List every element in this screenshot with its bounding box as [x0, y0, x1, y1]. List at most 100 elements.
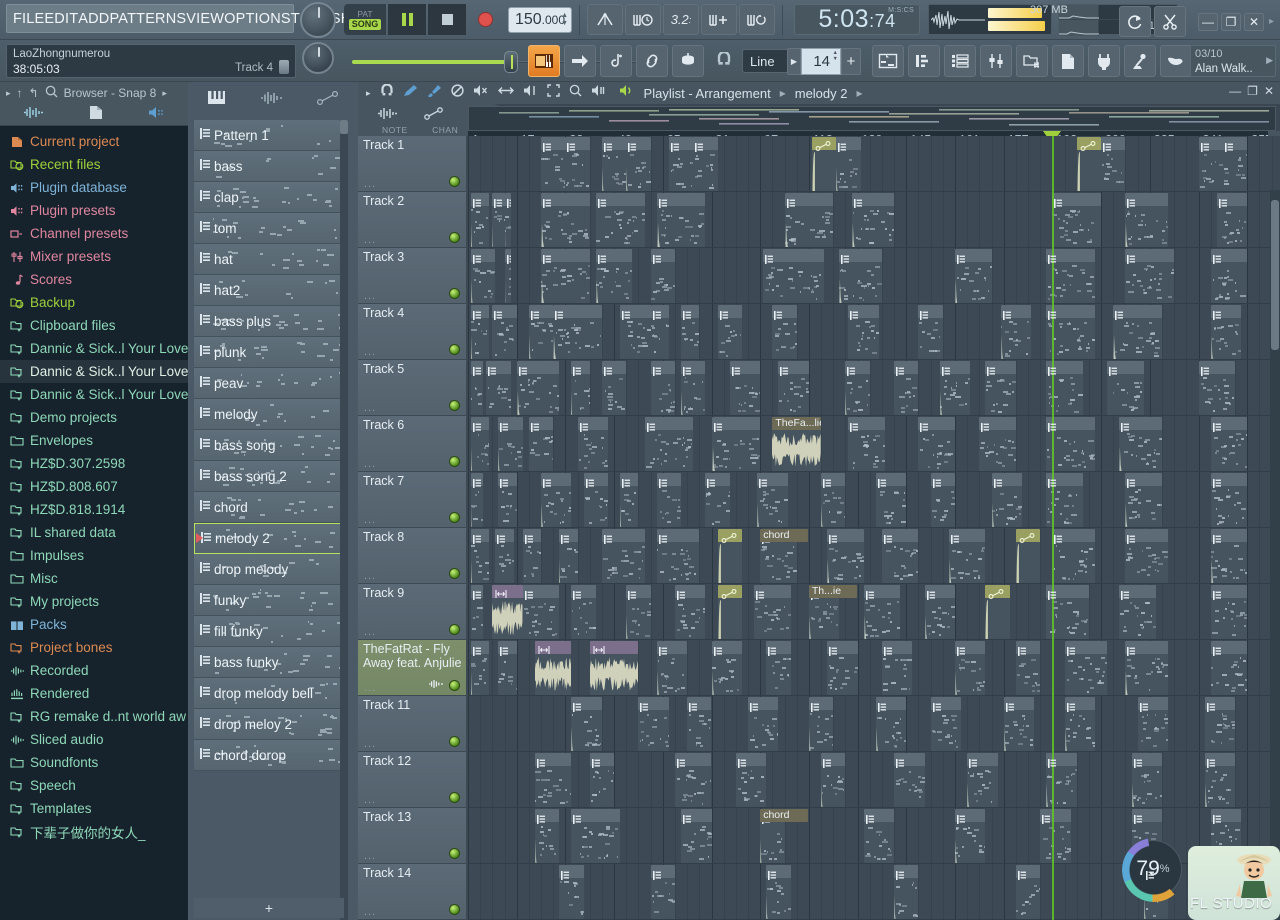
playlist-clip[interactable] [839, 249, 882, 303]
named-clip[interactable]: chord [760, 529, 809, 542]
named-clip[interactable]: TheFa...lie_3 [772, 417, 822, 430]
hand-icon[interactable] [1160, 45, 1192, 77]
slide-icon[interactable] [600, 45, 632, 77]
refresh-icon[interactable] [1118, 6, 1151, 37]
playlist-clip[interactable] [1046, 753, 1077, 807]
browser-item[interactable]: Current project [0, 130, 188, 153]
playlist-clip[interactable] [1015, 529, 1041, 583]
track-header[interactable]: Track 12... [358, 752, 468, 808]
track-options-dots[interactable]: ... [364, 514, 376, 526]
playlist-clip[interactable] [601, 529, 645, 583]
search-icon[interactable] [45, 85, 58, 101]
browser-item[interactable]: Packs [0, 613, 188, 636]
track-lane[interactable] [468, 472, 1280, 528]
main-menu-bar[interactable]: FILE EDIT ADD PATTERNS VIEW OPTIONS TOOL… [6, 4, 379, 33]
playlist-clip[interactable] [1204, 753, 1236, 807]
slider-handle[interactable] [504, 51, 518, 73]
track-header[interactable]: Track 14... [358, 864, 468, 920]
playlist-vertical-scrollbar[interactable] [1270, 190, 1280, 920]
tab-plugin-icon[interactable] [148, 106, 166, 124]
playlist-clip[interactable] [650, 865, 675, 919]
playlist-clip[interactable] [924, 585, 955, 639]
pattern-list-item[interactable]: bass song [194, 430, 344, 461]
track-enable-led[interactable] [449, 400, 460, 411]
close-button[interactable]: ✕ [1243, 12, 1264, 31]
menu-edit[interactable]: EDIT [44, 11, 78, 27]
magnet-icon[interactable] [380, 83, 394, 102]
track-enable-led[interactable] [449, 232, 460, 243]
track-lane[interactable]: Th...ie [468, 584, 1280, 640]
playlist-clip[interactable] [1210, 249, 1248, 303]
link-icon[interactable] [636, 45, 668, 77]
playlist-clip[interactable] [711, 641, 742, 695]
playlist-clip[interactable] [534, 809, 560, 863]
track-enable-led[interactable] [449, 176, 460, 187]
pattern-list-item[interactable]: bass [194, 151, 344, 182]
track-enable-led[interactable] [449, 736, 460, 747]
chevron-right-icon[interactable]: ▸ [162, 88, 167, 99]
select-icon[interactable] [523, 84, 538, 102]
playlist-clip[interactable] [486, 361, 511, 415]
playlist-clip[interactable] [498, 473, 517, 527]
playlist-clip[interactable] [772, 305, 797, 359]
track-header-column[interactable]: Track 1... Track 2... Track 3... Track 4...… [358, 136, 468, 920]
playlist-clip[interactable] [522, 585, 560, 639]
menu-patterns[interactable]: PATTERNS [109, 11, 186, 27]
pattern-list-item[interactable]: hat [194, 244, 344, 275]
playlist-clip[interactable] [735, 753, 767, 807]
track-header[interactable]: Track 7... [358, 472, 468, 528]
playlist-clip[interactable] [471, 417, 490, 471]
playlist-clip[interactable] [1210, 305, 1242, 359]
playlist-clip[interactable] [1222, 137, 1248, 191]
menu-arrow-icon[interactable]: ▸ [366, 88, 371, 99]
browser-item[interactable]: Dannic & Sick..l Your Love [0, 337, 188, 360]
track-options-dots[interactable]: ... [364, 850, 376, 862]
pattern-list[interactable]: Pattern 1 bass clap tom hat hat2 bass plus plun… [194, 120, 344, 920]
menu-file[interactable]: FILE [13, 11, 44, 27]
record-button[interactable] [468, 4, 502, 35]
playlist-icon[interactable] [872, 45, 904, 77]
playlist-clip[interactable] [863, 809, 895, 863]
browser-item[interactable]: Project bones [0, 636, 188, 659]
add-pattern-button[interactable]: + [841, 48, 861, 75]
playlist-clip[interactable] [1204, 697, 1236, 751]
tab-waveform-icon[interactable] [259, 91, 283, 110]
playlist-clip[interactable] [565, 137, 590, 191]
playlist-clip[interactable] [528, 305, 554, 359]
delete-icon[interactable] [450, 84, 464, 102]
browser-item[interactable]: HZ$D.818.1914 [0, 498, 188, 521]
playlist-clip[interactable] [1119, 417, 1162, 471]
playlist-clip[interactable] [1101, 137, 1126, 191]
playlist-clip[interactable] [1137, 697, 1169, 751]
playlist-clip[interactable] [1015, 641, 1041, 695]
playlist-clip[interactable] [644, 417, 694, 471]
playlist-clip[interactable] [1210, 417, 1248, 471]
count-in-icon[interactable]: 3.2: [663, 4, 699, 35]
pattern-list-item[interactable]: bass plus [194, 306, 344, 337]
pattern-list-item[interactable]: drop melody bell [194, 678, 344, 709]
browser-item[interactable]: Mixer presets [0, 245, 188, 268]
playlist-clip[interactable] [656, 473, 682, 527]
playlist-clip[interactable] [681, 305, 700, 359]
pencil-icon[interactable] [403, 84, 418, 102]
playlist-clip[interactable] [471, 473, 484, 527]
pattern-list-item[interactable]: bass funky [194, 647, 344, 678]
playlist-clip[interactable] [863, 585, 901, 639]
playlist-clip[interactable] [571, 361, 590, 415]
track-enable-led[interactable] [449, 904, 460, 915]
track-lane[interactable] [468, 640, 1280, 696]
browser-item[interactable]: Envelopes [0, 429, 188, 452]
pattern-menu-arrow-icon[interactable]: ▶ [787, 48, 801, 75]
browser-item[interactable]: Channel presets [0, 222, 188, 245]
menu-options[interactable]: OPTIONS [224, 11, 291, 27]
playlist-clip[interactable] [967, 753, 998, 807]
playlist-clip[interactable] [821, 753, 846, 807]
playlist-clip[interactable] [620, 473, 639, 527]
menu-add[interactable]: ADD [78, 11, 109, 27]
playlist-close-button[interactable]: ✕ [1264, 84, 1274, 98]
playlist-clip[interactable] [894, 361, 919, 415]
named-clip[interactable]: Th...ie [808, 585, 857, 598]
playlist-clip[interactable] [1125, 473, 1162, 527]
playlist-clip[interactable] [534, 641, 572, 695]
track-enable-led[interactable] [449, 568, 460, 579]
